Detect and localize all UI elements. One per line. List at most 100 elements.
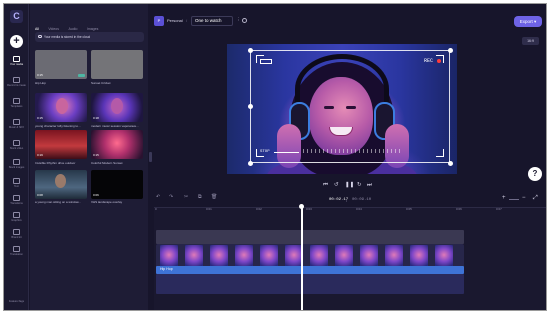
fit-to-screen-icon[interactable]: ⤢ xyxy=(533,195,538,202)
media-thumbnail[interactable]: 0:18 xyxy=(91,93,143,122)
redo-icon[interactable]: ↷ xyxy=(169,194,173,200)
resize-handle[interactable] xyxy=(447,47,453,53)
media-caption: young character lofty listening to... xyxy=(35,124,81,128)
split-icon[interactable]: ✂ xyxy=(184,194,188,200)
ruler-tick: 0:07 xyxy=(496,207,502,211)
rewind-button[interactable]: ↺ xyxy=(334,182,339,188)
rail-item-label: Stock video xyxy=(9,147,24,150)
notice-text: Your media is stored in the cloud xyxy=(44,35,91,39)
text-icon xyxy=(13,178,20,184)
rail-item-record[interactable]: Record & create xyxy=(4,77,29,87)
collapse-panel-handle[interactable] xyxy=(149,152,152,162)
project-avatar[interactable]: P xyxy=(154,16,164,26)
thumbnail-subject xyxy=(111,98,123,114)
feature-flags-link[interactable]: Feature flags xyxy=(4,300,29,303)
translation-icon xyxy=(13,246,20,252)
brand-kit-icon xyxy=(13,229,20,235)
resize-handle[interactable] xyxy=(247,104,253,109)
media-thumbnail[interactable]: 0:06 xyxy=(91,170,143,199)
media-thumbnail[interactable]: 0:08 xyxy=(35,170,87,199)
rail-item-brand-kit[interactable]: Brand kit xyxy=(4,229,29,239)
undo-icon[interactable]: ↶ xyxy=(156,194,160,200)
delete-icon[interactable]: 🗑 xyxy=(211,194,217,200)
clip-frame xyxy=(335,245,353,267)
zoom-in-button[interactable]: + xyxy=(502,195,506,201)
rail-item-your-media[interactable]: Your media xyxy=(4,56,29,66)
timeline-toolbar: ↶ ↷ ✂ ⧉ 🗑 xyxy=(154,194,546,204)
record-icon xyxy=(13,77,20,83)
project-name[interactable]: Personal xyxy=(167,18,183,23)
media-thumbnail[interactable]: 0:15 xyxy=(35,93,87,122)
tab-audio[interactable]: Audio xyxy=(68,27,77,31)
help-button[interactable]: ? xyxy=(528,167,542,181)
resize-handle[interactable] xyxy=(447,160,453,166)
clip-frame xyxy=(435,245,453,267)
thumbnail-subject xyxy=(55,174,66,188)
media-caption: Invisible Rhythm drive outdoor xyxy=(35,161,76,165)
rail-item-label: Templates xyxy=(10,105,23,108)
duration-label: 0:06 xyxy=(93,193,99,197)
skip-forward-button[interactable]: ⏭ xyxy=(367,182,372,189)
rail-item-templates[interactable]: Templates xyxy=(4,98,29,108)
media-caption: Colorful Modern Sunset xyxy=(91,161,123,165)
ruler-tick: 0:03 xyxy=(306,207,312,211)
rail-item-stock-video[interactable]: Stock video xyxy=(4,140,29,150)
add-media-button[interactable]: + xyxy=(10,35,23,48)
rail-item-stock-images[interactable]: Stock images xyxy=(4,159,29,169)
zoom-slider[interactable] xyxy=(509,199,519,200)
overlay-track-clip[interactable] xyxy=(156,230,464,244)
media-thumbnail[interactable] xyxy=(91,50,143,79)
rail-item-graphics[interactable]: Graphics xyxy=(4,212,29,222)
playhead[interactable] xyxy=(301,207,303,310)
export-button[interactable]: Export ▾ xyxy=(514,16,542,27)
tab-videos[interactable]: Videos xyxy=(48,27,59,31)
transitions-icon xyxy=(13,195,20,201)
media-thumbnail[interactable]: 0:19 xyxy=(35,130,87,159)
video-title-input[interactable]: One to watch xyxy=(191,16,233,26)
selection-frame[interactable] xyxy=(250,50,450,163)
more-options-icon[interactable]: ⋮ xyxy=(236,17,241,23)
rail-item-translation[interactable]: Translation xyxy=(4,246,29,256)
empty-track[interactable] xyxy=(156,274,464,294)
media-thumbnail[interactable]: 0:15 xyxy=(35,50,87,79)
chevron-down-icon: ▾ xyxy=(534,19,537,24)
rec-label: REC xyxy=(424,58,434,64)
rail-item-label: Your media xyxy=(9,63,24,66)
video-track-clip[interactable] xyxy=(156,244,464,268)
clip-frame xyxy=(385,245,403,267)
skip-back-button[interactable]: ⏮ xyxy=(323,182,328,189)
ruler-tick: 0:02 xyxy=(256,207,262,211)
resize-handle[interactable] xyxy=(247,47,253,53)
rail-item-music[interactable]: Music & SFX xyxy=(4,119,29,129)
rail-item-label: Text xyxy=(14,185,19,188)
media-thumbnail[interactable]: 0:15 xyxy=(91,130,143,159)
rail-item-transitions[interactable]: Transitions xyxy=(4,195,29,205)
media-caption: Hip Hop xyxy=(35,81,46,85)
aspect-ratio-button[interactable]: 16:9 xyxy=(522,37,539,45)
rec-dot-icon xyxy=(437,59,441,63)
zoom-out-button[interactable]: − xyxy=(522,195,526,201)
stop-label: STOP xyxy=(260,150,270,154)
duration-label: 0:15 xyxy=(93,153,99,157)
audio-track-label: Hip Hop xyxy=(160,267,173,271)
play-pause-button[interactable]: ❚❚ xyxy=(345,182,354,188)
rail-item-label: Record & create xyxy=(7,84,26,87)
resize-handle[interactable] xyxy=(247,160,253,166)
tab-all[interactable]: All xyxy=(35,27,39,31)
rail-item-label: Translation xyxy=(10,253,23,256)
forward-button[interactable]: ↻ xyxy=(357,182,362,188)
duplicate-icon[interactable]: ⧉ xyxy=(198,194,202,200)
rail-item-text[interactable]: Text xyxy=(4,178,29,188)
zoom-ruler xyxy=(303,149,403,153)
stop-line xyxy=(274,152,299,153)
ruler-tick: 0:01 xyxy=(206,207,212,211)
playhead-handle[interactable] xyxy=(299,204,304,209)
audio-track-clip[interactable] xyxy=(156,266,464,274)
app-logo: C xyxy=(10,10,23,23)
media-caption: modern music session vaporwave... xyxy=(91,124,139,128)
left-rail: C + Your media Record & create Templates… xyxy=(4,4,29,310)
export-label: Export xyxy=(519,19,533,24)
rail-item-label: Graphics xyxy=(11,219,22,222)
tab-images[interactable]: Images xyxy=(87,27,98,31)
media-library-panel: All Videos Audio Images Your media is st… xyxy=(30,4,148,310)
